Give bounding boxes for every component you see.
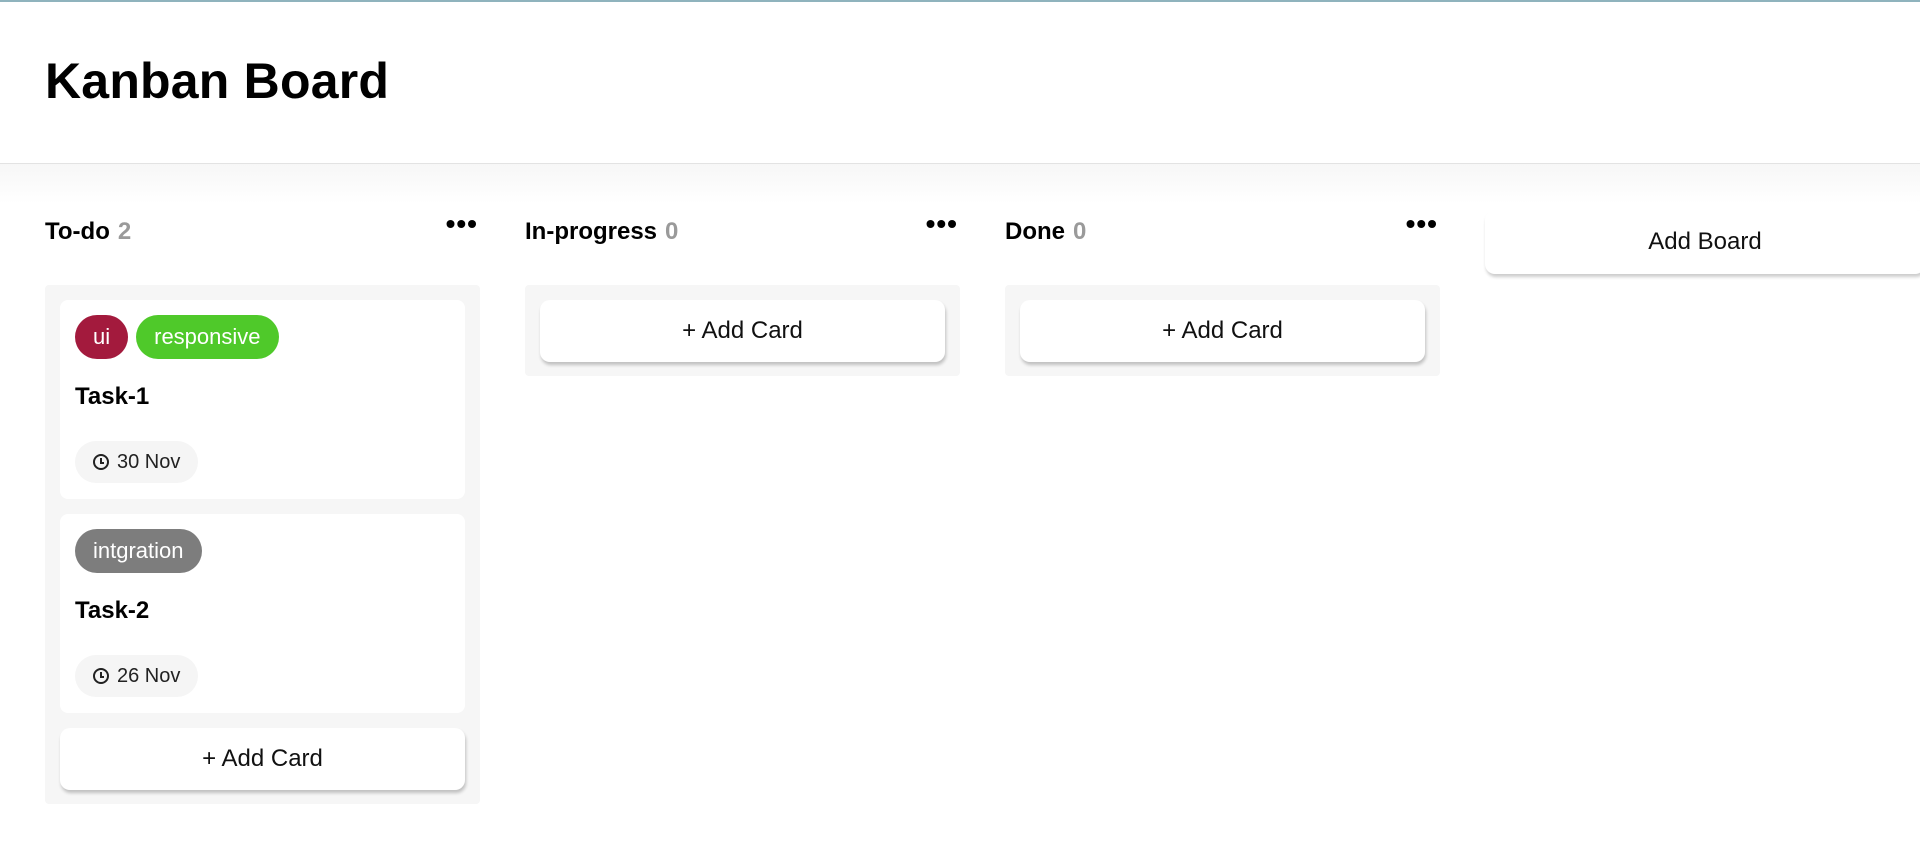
header: Kanban Board: [0, 2, 1920, 164]
due-date-badge: 26 Nov: [75, 655, 199, 697]
board-area: To-do 2 ••• ui responsive Task-1 30 Nov i…: [0, 164, 1920, 863]
add-board-button[interactable]: Add Board: [1485, 210, 1920, 274]
add-card-button[interactable]: + Add Card: [1020, 300, 1425, 362]
board-title: Done 0: [1005, 218, 1086, 246]
due-date-text: 30 Nov: [117, 450, 181, 473]
board-card-count: 0: [1073, 218, 1087, 245]
task-card[interactable]: intgration Task-2 26 Nov: [60, 514, 465, 713]
page-title: Kanban Board: [45, 53, 390, 109]
clock-icon: [93, 668, 109, 684]
label-chip: responsive: [136, 315, 279, 359]
clock-icon: [93, 454, 109, 470]
board-header: Done 0 •••: [1005, 210, 1440, 250]
board-header: To-do 2 •••: [45, 210, 480, 250]
board-title-text: Done: [1005, 218, 1065, 245]
board-title: In-progress 0: [525, 218, 678, 246]
more-options-icon[interactable]: •••: [926, 210, 958, 238]
board-in-progress: In-progress 0 ••• + Add Card: [525, 210, 960, 376]
board-card-list: ui responsive Task-1 30 Nov intgration T…: [45, 285, 480, 804]
board-card-count: 2: [117, 218, 132, 245]
card-title: Task-2: [75, 597, 150, 624]
board-title-text: To-do: [45, 218, 110, 245]
add-card-button[interactable]: + Add Card: [60, 728, 465, 790]
more-options-icon[interactable]: •••: [1406, 210, 1438, 238]
more-options-icon[interactable]: •••: [446, 210, 478, 238]
due-date-text: 26 Nov: [117, 664, 181, 687]
board-header: In-progress 0 •••: [525, 210, 960, 250]
board-title-text: In-progress: [525, 218, 658, 245]
card-labels: ui responsive: [75, 315, 450, 359]
add-card-button[interactable]: + Add Card: [540, 300, 945, 362]
label-chip: ui: [75, 315, 129, 359]
board-done: Done 0 ••• + Add Card: [1005, 210, 1440, 376]
task-card[interactable]: ui responsive Task-1 30 Nov: [60, 300, 465, 499]
board-todo: To-do 2 ••• ui responsive Task-1 30 Nov i…: [45, 210, 480, 804]
due-date-badge: 30 Nov: [75, 441, 199, 483]
board-card-list: + Add Card: [525, 285, 960, 376]
board-card-count: 0: [665, 218, 679, 245]
board-card-list: + Add Card: [1005, 285, 1440, 376]
board-title: To-do 2: [45, 218, 131, 246]
card-labels: intgration: [75, 529, 450, 573]
card-title: Task-1: [75, 383, 150, 410]
label-chip: intgration: [75, 529, 202, 573]
